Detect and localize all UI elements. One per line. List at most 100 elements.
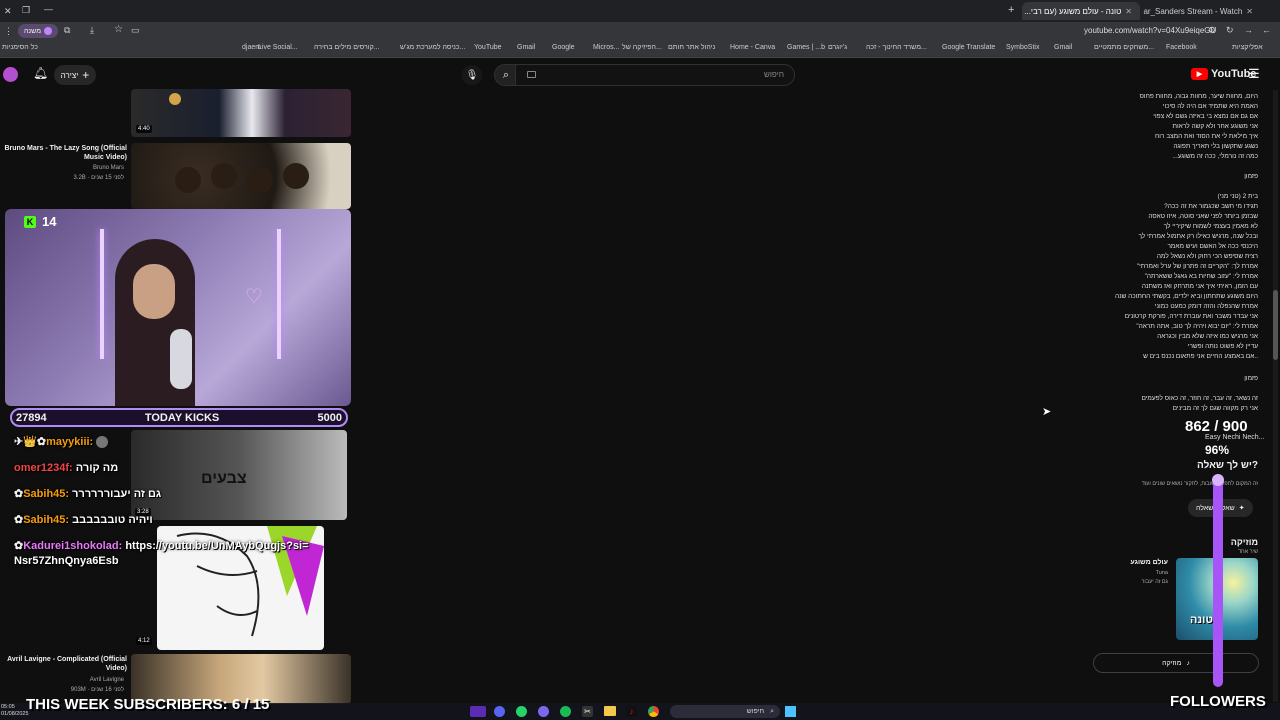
bookmark-item[interactable]: YouTube [474, 44, 502, 51]
chat-username: Kadurei1shokolad: [23, 540, 123, 552]
back-icon[interactable]: ← [1262, 25, 1271, 35]
recommendation-title[interactable]: Bruno Mars - The Lazy Song (Official Mus… [2, 144, 127, 162]
taskbar-clock[interactable]: 05:05 01/08/2025 [1, 704, 29, 718]
bookmark-item[interactable]: קורסים מילים בחירה... [314, 44, 380, 51]
song-title[interactable]: עולם משוגע [1100, 559, 1168, 566]
recommendation-meta: 3.2B · לפני 15 שנים [73, 175, 124, 181]
cast-icon[interactable]: ▭ [131, 25, 140, 36]
taskbar-app-icon[interactable] [538, 706, 549, 717]
tab-close-icon[interactable]: ✕ [1125, 7, 1132, 16]
voice-search-mic-icon[interactable]: 🎙︎ [462, 65, 482, 85]
bookmark-apps[interactable]: אפליקציות [1232, 44, 1263, 51]
bookmark-item[interactable]: Live Social... [258, 44, 298, 51]
bookmark-item[interactable]: משרד החינוך - זכה... [866, 44, 927, 51]
lyric-line: עדיין לא פשוט נותה ופשרי [1187, 343, 1258, 350]
extensions-icon[interactable]: ⋮ [4, 26, 13, 37]
bookmark-item[interactable]: djaem [242, 44, 261, 51]
bookmark-item[interactable]: Gmail [517, 44, 535, 51]
chat-message: ✿Kadurei1shokolad: https://youtu.be/UnMA… [14, 539, 314, 569]
file-explorer-icon[interactable] [604, 706, 616, 716]
minimize-window-icon[interactable]: — [44, 4, 53, 14]
notifications-bell-icon[interactable]: 🔔︎ [33, 66, 48, 80]
lyric-line: שבזמן ביותר לפני שאני סוטה, איזו טאסה [1148, 213, 1258, 220]
search-icon: ⌕ [502, 68, 510, 81]
chat-message: omer1234f: מה קורה [14, 461, 118, 476]
bookmark-item[interactable]: ג'יוגרם [828, 44, 847, 51]
download-icon[interactable]: ⤓ [90, 25, 94, 36]
account-avatar[interactable] [3, 67, 18, 82]
windows-start-icon[interactable] [785, 706, 796, 717]
weekly-subscribers-goal: THIS WEEK SUBSCRIBERS: 6 / 15 [26, 696, 270, 713]
sparkle-icon: ✦ [1238, 505, 1245, 512]
keyboard-icon[interactable] [527, 71, 536, 78]
bookmark-item[interactable]: הפיזיקה של... [622, 44, 662, 51]
recommendation-channel[interactable]: Bruno Mars [2, 165, 124, 171]
bookmark-item[interactable]: SymboStix [1006, 44, 1039, 51]
taskbar-search[interactable]: חיפוש ⌕ [670, 705, 780, 718]
recommendation-thumbnail[interactable]: צבעים 3:28 [131, 430, 347, 520]
kick-count-value: 14 [42, 214, 57, 229]
song-artist[interactable]: Tuna [1100, 570, 1168, 576]
puzzle-icon[interactable]: ⧉ [64, 25, 70, 36]
plus-icon: + [82, 68, 90, 82]
bookmark-item[interactable]: Micros... [593, 44, 619, 51]
whatsapp-icon[interactable] [516, 706, 527, 717]
video-duration: 4:12 [136, 637, 152, 645]
tab-youtube[interactable]: ✕ טונה - עולם משוגע (עם רבי... ● [1022, 2, 1140, 20]
bookmark-item[interactable]: Games | ...b [787, 44, 825, 51]
youtube-logo[interactable]: ▶ YouTube [1191, 68, 1256, 80]
close-window-icon[interactable]: ✕ [4, 6, 12, 17]
webcam-overlay: ♡ [5, 209, 351, 406]
chat-text: ויהיה טובבבבבב [72, 514, 153, 526]
tiktok-icon[interactable]: ♪ [626, 706, 637, 717]
bookmark-item[interactable]: Google [552, 44, 575, 51]
likes-goal-caption: Easy Nechi Nech... [1205, 434, 1265, 441]
recommendation-thumbnail[interactable] [131, 143, 351, 209]
new-tab-icon[interactable]: + [1008, 4, 1014, 16]
bookmark-item[interactable]: Google Translate [942, 44, 995, 51]
recommendation-channel[interactable]: Avril Lavigne [2, 677, 124, 683]
lyric-line: אני רק מקווה שגם לך זה מבינים [1172, 405, 1258, 412]
bookmark-item[interactable]: משחקים מתמטיים... [1094, 44, 1154, 51]
taskbar-app-icon[interactable] [470, 706, 486, 717]
capcut-icon[interactable]: ✂ [582, 706, 593, 717]
scrollbar-thumb[interactable] [1273, 290, 1278, 360]
kicks-goal: 5000 [317, 411, 342, 424]
bookmark-all[interactable]: כל הסימניות [2, 44, 38, 51]
bookmark-item[interactable]: כניסה למערכת מג'ש... [400, 44, 465, 51]
recommendation-thumbnail[interactable] [131, 89, 351, 137]
neon-light [100, 229, 104, 359]
thumbnail-decoration [283, 163, 309, 189]
bookmark-item[interactable]: Gmail [1054, 44, 1072, 51]
lyric-line: כמה זה נורמלי, ככה זה משוגע... [1172, 153, 1258, 160]
search-placeholder: חיפוש [764, 70, 784, 79]
tab-stream[interactable]: ✕ Hadar_Sanders Stream - Watch K [1143, 2, 1261, 20]
star-bookmark-icon[interactable]: ☆ [114, 24, 123, 35]
lyric-line: ..אם באמצע החיים אני פתאום נכנס בים ש [1143, 353, 1258, 360]
page-scrollbar[interactable] [1273, 90, 1278, 702]
video-duration: 4:40 [136, 125, 152, 133]
search-input[interactable]: חיפוש [515, 64, 795, 86]
chrome-icon[interactable] [648, 706, 659, 717]
create-button[interactable]: יצירה + [54, 65, 96, 85]
bookmark-item[interactable]: Home - Canva [730, 44, 775, 51]
lyric-line: אני משוגע אחר ולא קשה לראות [1172, 123, 1259, 130]
recommendation-title[interactable]: Avril Lavigne - Complicated (Official Vi… [2, 655, 127, 673]
bookmark-item[interactable]: ניהול אתר חותם [668, 44, 715, 51]
lyric-chorus-label: פזמון [1244, 173, 1258, 180]
tune-icon[interactable]: ⚙ [1208, 25, 1216, 36]
bookmark-item[interactable]: Facebook [1166, 44, 1197, 51]
lyric-line: תגידו מי חשב שכגמור את זה ככה? [1164, 203, 1258, 210]
reload-icon[interactable]: ↻ [1226, 25, 1234, 36]
tab-close-icon[interactable]: ✕ [1246, 7, 1253, 16]
forward-icon[interactable]: → [1244, 25, 1253, 35]
profile-chip[interactable]: משנה [18, 24, 59, 38]
restore-window-icon[interactable]: ❐ [22, 5, 30, 16]
thumbnail-overlay-text: צבעים [201, 470, 247, 487]
spotify-icon[interactable] [560, 706, 571, 717]
discord-icon[interactable] [494, 706, 505, 717]
chat-username: omer1234f: [14, 462, 73, 474]
music-button[interactable]: מוזיקה ♪ [1093, 653, 1259, 673]
menu-icon[interactable]: ☰ [1248, 66, 1260, 82]
url-field[interactable]: youtube.com/watch?v=04Xu9eiqeGU [1084, 26, 1216, 35]
